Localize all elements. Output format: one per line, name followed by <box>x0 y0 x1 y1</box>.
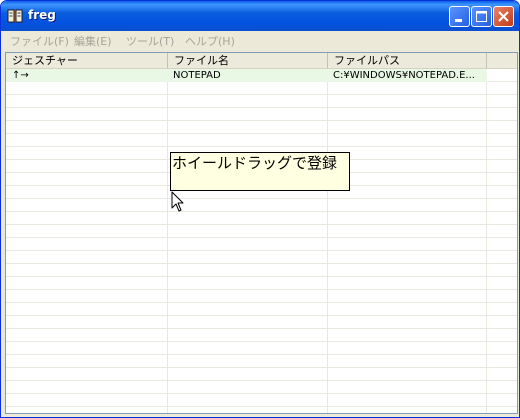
tooltip: ホイールドラッグで登録 <box>170 152 350 191</box>
menu-help[interactable]: ヘルプ(H) <box>185 33 235 49</box>
close-icon <box>498 11 509 22</box>
column-header-filler <box>487 53 517 69</box>
gesture-list[interactable]: ジェスチャー ファイル名 ファイルパス ↑→ NOTEPAD C:¥WINDOW… <box>5 52 518 414</box>
close-button[interactable] <box>493 6 514 27</box>
maximize-button[interactable] <box>471 6 492 27</box>
column-header-path[interactable]: ファイルパス <box>328 53 487 69</box>
row-filename: NOTEPAD <box>173 70 221 81</box>
column-divider <box>486 69 487 413</box>
app-window: freg ファイル(F) 編集(E) ツール(T) ヘルプ(H) ジェスチャー … <box>0 0 520 418</box>
minimize-icon <box>455 19 462 22</box>
window-title: freg <box>28 8 56 22</box>
row-path: C:¥WINDOWS¥NOTEPAD.E... <box>333 70 475 81</box>
minimize-button[interactable] <box>449 6 470 27</box>
row-gesture: ↑→ <box>12 70 29 81</box>
column-header-filename[interactable]: ファイル名 <box>168 53 328 69</box>
menu-file[interactable]: ファイル(F) <box>10 33 69 49</box>
list-rows <box>6 69 517 413</box>
column-divider <box>167 69 168 413</box>
maximize-icon <box>476 11 487 22</box>
title-bar[interactable]: freg <box>1 1 519 31</box>
column-header-gesture[interactable]: ジェスチャー <box>6 53 168 69</box>
menu-tools[interactable]: ツール(T) <box>126 33 174 49</box>
column-divider <box>327 69 328 413</box>
menu-edit[interactable]: 編集(E) <box>74 33 112 49</box>
menu-bar: ファイル(F) 編集(E) ツール(T) ヘルプ(H) <box>2 31 518 51</box>
mouse-pointer-icon <box>171 191 184 212</box>
book-icon <box>7 8 23 24</box>
